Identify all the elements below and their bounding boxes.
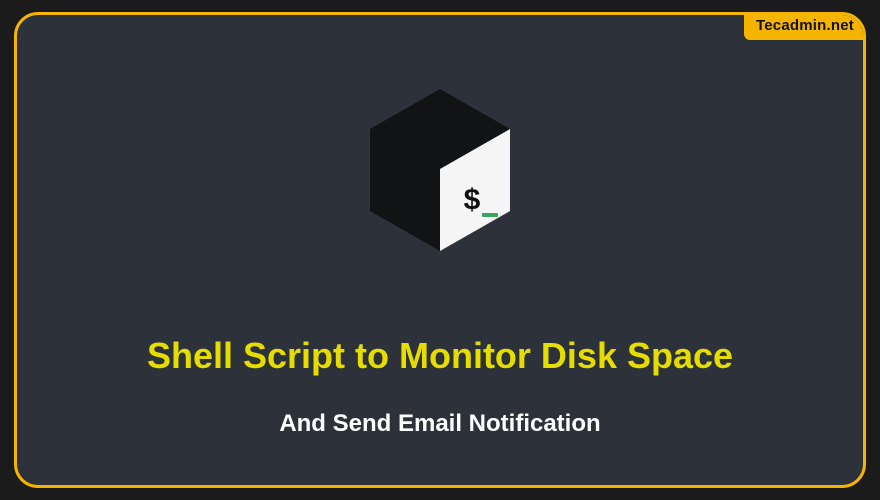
prompt-symbol: $ xyxy=(463,185,481,219)
cursor-icon xyxy=(482,213,498,217)
terminal-cube-icon: $ xyxy=(365,85,515,255)
brand-watermark: Tecadmin.net xyxy=(744,12,866,40)
hero-icon-wrap: $ xyxy=(17,85,863,255)
headline-subtitle: And Send Email Notification xyxy=(17,410,863,438)
headline-title: Shell Script to Monitor Disk Space xyxy=(17,335,863,377)
card-frame: Tecadmin.net $ Shell Script to Monitor D… xyxy=(14,12,866,488)
